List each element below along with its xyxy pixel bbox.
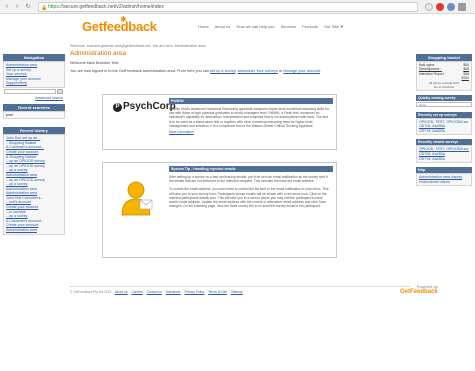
site-footer: © GetFeedback Pty Ltd 2014 About us Care… <box>70 286 410 294</box>
footer-logo[interactable]: Powered by GetFeedback <box>400 284 438 295</box>
site-header: Getfeedback ✱ Home About us How we can h… <box>0 14 475 42</box>
extension-blue-icon[interactable] <box>447 3 455 11</box>
page-title: Administration area <box>70 50 126 57</box>
psiwiki-heading: PsiWiki <box>169 98 333 104</box>
basket-header: Shopping basket <box>416 54 472 61</box>
nav-help[interactable]: How we can help you <box>236 24 274 29</box>
back-icon[interactable]: ‹ <box>3 3 11 11</box>
main-content: Welcome, brandon.greenan.test@getfeedbac… <box>70 44 410 73</box>
welcome-back-text: Welcome back Brandon Test. <box>70 61 120 65</box>
nav-our-site[interactable]: Our Site ▼ <box>324 24 344 29</box>
recent-viewed-item[interactable]: OD778, Asd3Ba <box>419 157 469 162</box>
footer-link-contact[interactable]: Contact us <box>147 290 162 294</box>
nav-item-support[interactable]: Support/Help <box>6 81 62 86</box>
recent-history-list: John Doe set up an... ...Shopping Basket… <box>3 134 65 235</box>
advanced-search-link[interactable]: Advanced search <box>5 96 63 101</box>
nav-about[interactable]: About us <box>215 24 231 29</box>
setup-survey-link[interactable]: set up a survey <box>210 69 235 73</box>
footer-link-terms[interactable]: Terms of Use <box>208 290 227 294</box>
menu-icon[interactable] <box>458 3 466 11</box>
system-tip-text: After setting up a survey on a test and … <box>169 175 329 209</box>
top-navigation: Home About us How we can help you Servic… <box>198 24 349 29</box>
footer-link-sitemap[interactable]: Sitemap <box>231 290 243 294</box>
star-icon[interactable] <box>425 3 433 11</box>
psychcorp-card: P PsychCorp PsiWiki PsiWiki Vivid's Advan… <box>102 94 337 150</box>
sidebar-search-input[interactable] <box>4 88 56 94</box>
left-sidebar: Navigation Administration area Set up a … <box>3 54 65 235</box>
recent-searches-header: Recent searches <box>3 103 65 111</box>
system-tip-heading: System Tip - Handling rejected emails <box>169 166 333 172</box>
quick-view-select[interactable]: -none- <box>416 101 472 107</box>
welcome-breadcrumb: Welcome, brandon.greenan.test@getfeedbac… <box>70 44 206 48</box>
footer-link-disclaimer[interactable]: Disclaimer <box>166 290 181 294</box>
nav-services[interactable]: Services <box>281 24 296 29</box>
quick-view-header: Quickly viewing survey <box>416 94 472 101</box>
nav-products[interactable]: Products <box>302 24 318 29</box>
address-bar[interactable]: 🔒 https://secure.getfeedback.net/v2/admi… <box>38 2 418 12</box>
help-list: Administration area display Instructiona… <box>416 173 472 187</box>
nav-home[interactable]: Home <box>198 24 209 29</box>
basket-panel: NotLogins $50 Development... $48 Interview… <box>416 61 472 91</box>
forward-icon[interactable]: › <box>13 3 21 11</box>
footer-link-careers[interactable]: Careers <box>131 290 142 294</box>
url-rest: ://secure.getfeedback.net/v2/admin/home/… <box>58 4 164 10</box>
recent-surveys-list: OPIOOD, TEST, OPIOOD8 sur... OD708, Asd3… <box>416 117 472 136</box>
psychcorp-mark-icon: P <box>113 103 122 112</box>
logo-mark-icon: ✱ <box>120 15 127 24</box>
sidebar-search <box>3 88 65 95</box>
navigation-header: Navigation <box>3 54 65 61</box>
footer-link-privacy[interactable]: Privacy Policy <box>185 290 205 294</box>
manage-account-link[interactable]: Manage your account <box>283 69 320 73</box>
navigation-list: Administration area Set up a survey Your… <box>3 61 65 88</box>
user-avatar-icon <box>116 177 156 217</box>
psiwiki-description: PsiWiki Vivid's Advanced Numerical Reaso… <box>169 107 330 135</box>
history-item[interactable]: Administration area <box>6 228 62 233</box>
system-tip-card: System Tip - Handling rejected emails Af… <box>102 162 337 258</box>
recent-searches-list: pme <box>3 110 65 120</box>
extension-red-icon[interactable] <box>436 3 444 11</box>
checkout-link[interactable]: Go to checkout <box>419 85 469 89</box>
recent-viewed-list: OPIOOD, TEST, OPIOOD8 sur... OD708, Asd3… <box>416 145 472 164</box>
lock-icon: 🔒 <box>41 5 48 11</box>
url-scheme: https <box>48 4 59 10</box>
recent-survey-item[interactable]: OD775, Asd2Ba <box>419 129 469 134</box>
recent-search-item[interactable]: pme <box>6 113 62 118</box>
psychcorp-logo: P PsychCorp <box>113 101 176 112</box>
copyright: © GetFeedback Pty Ltd 2014 <box>70 290 112 294</box>
reload-icon[interactable]: ↻ <box>24 3 32 11</box>
help-item[interactable]: Instructional videos <box>419 180 469 185</box>
more-information-link[interactable]: More information <box>169 130 330 134</box>
recent-history-header: Recent history <box>3 127 65 135</box>
footer-link-about[interactable]: About us <box>115 290 128 294</box>
web-page: Getfeedback ✱ Home About us How we can h… <box>0 14 475 371</box>
search-button[interactable] <box>57 88 63 94</box>
your-surveys-link[interactable]: administer Your surveys <box>238 69 278 73</box>
browser-toolbar: ‹ › ↻ 🔒 https://secure.getfeedback.net/v… <box>0 0 475 14</box>
signed-in-text: You are now signed in to the GetFeedback… <box>70 69 321 73</box>
right-sidebar: Shopping basket NotLogins $50 Development… <box>416 54 472 187</box>
